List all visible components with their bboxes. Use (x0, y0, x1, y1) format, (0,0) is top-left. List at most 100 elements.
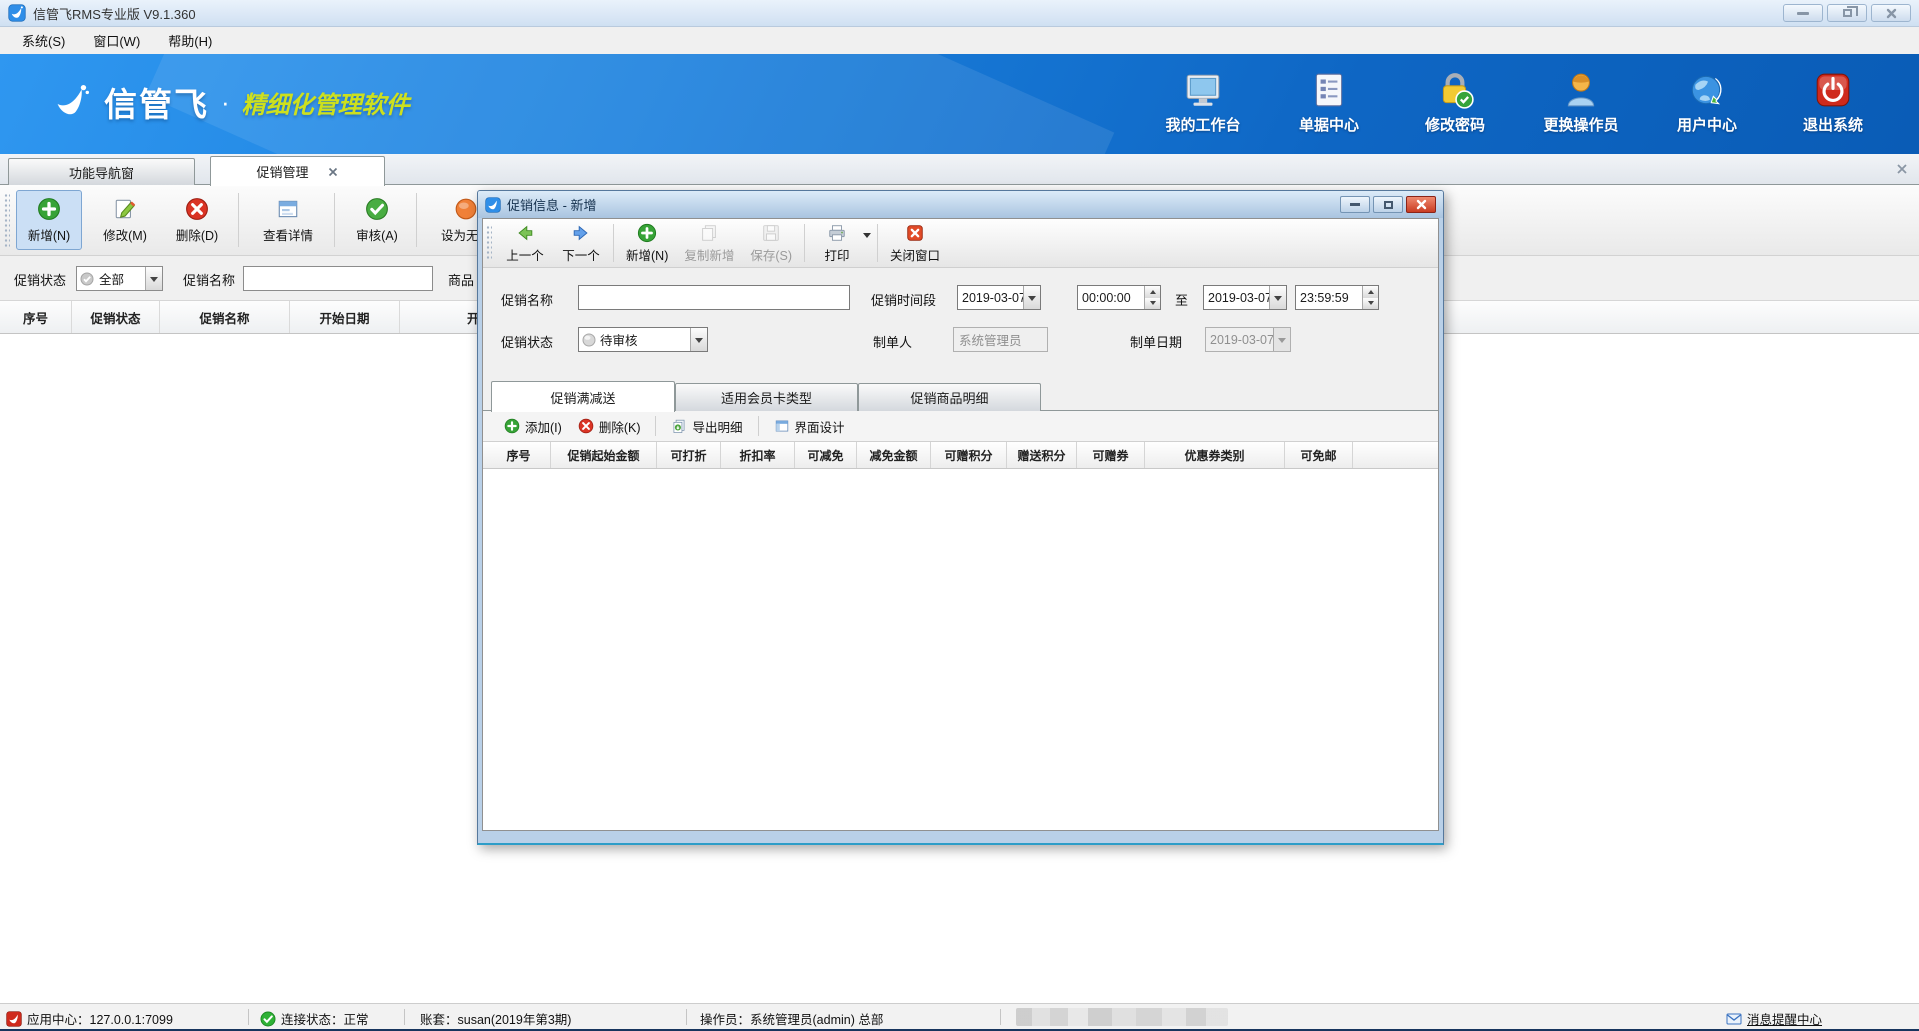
operator-icon (1561, 70, 1601, 110)
detail-delete-button[interactable]: 删除(K) (573, 415, 646, 438)
column-header[interactable]: 促销起始金额 (551, 442, 657, 468)
menu-item-window[interactable]: 窗口(W) (81, 28, 152, 53)
spinner-buttons[interactable] (1144, 286, 1160, 309)
dropdown-arrow-icon[interactable] (1023, 286, 1040, 309)
promo-name-label: 促销名称 (501, 290, 553, 309)
column-header[interactable]: 促销状态 (72, 301, 160, 333)
column-header[interactable]: 开始日期 (290, 301, 400, 333)
user-center-button[interactable]: 用户中心 (1661, 70, 1753, 135)
close-button[interactable] (1871, 4, 1911, 22)
lock-icon (1435, 70, 1475, 110)
dialog-maximize-button[interactable] (1373, 196, 1403, 213)
dropdown-arrow-icon[interactable] (690, 328, 707, 351)
previous-button[interactable]: 上一个 (497, 221, 553, 266)
arrow-left-icon (515, 223, 535, 243)
tab-promo-full-reduction[interactable]: 促销满减送 (491, 381, 675, 412)
column-header[interactable]: 可赠积分 (931, 442, 1007, 468)
app-logo-icon (8, 4, 26, 22)
monitor-icon (1183, 70, 1223, 110)
dialog-add-button[interactable]: 新增(N) (618, 221, 676, 266)
toolbar-separator (758, 416, 759, 436)
spinner-buttons[interactable] (1362, 286, 1378, 309)
toolbar-separator (416, 193, 417, 247)
document-center-icon (1309, 70, 1349, 110)
minimize-icon (1797, 12, 1809, 15)
creator-label: 制单人 (873, 332, 912, 351)
edit-icon (113, 197, 137, 221)
dialog-titlebar[interactable]: 促销信息 - 新增 (478, 191, 1443, 218)
column-header[interactable]: 序号 (0, 301, 72, 333)
promo-status-label: 促销状态 (501, 332, 553, 351)
menu-item-system[interactable]: 系统(S) (10, 28, 77, 53)
dialog-close-button[interactable] (1406, 196, 1436, 213)
window-titlebar: 信管飞RMS专业版 V9.1.360 (0, 0, 1919, 27)
promo-name-input[interactable] (578, 285, 850, 310)
tab-close-icon[interactable] (327, 166, 339, 178)
dropdown-arrow-icon[interactable] (1269, 286, 1286, 309)
toolbar-separator (613, 224, 614, 262)
save-icon (761, 223, 781, 243)
ui-design-button[interactable]: 界面设计 (769, 415, 850, 438)
minimize-button[interactable] (1783, 4, 1823, 22)
tab-promotion-management[interactable]: 促销管理 (210, 156, 385, 186)
promo-status-select[interactable]: 待审核 (578, 327, 708, 352)
add-button[interactable]: 新增(N) (16, 190, 82, 250)
promo-period-label: 促销时间段 (871, 290, 936, 309)
restore-button[interactable] (1827, 4, 1867, 22)
message-center-link[interactable]: 消息提醒中心 (1726, 1009, 1822, 1028)
brand-slogan: 精细化管理软件 (242, 85, 410, 120)
close-all-tabs-icon[interactable] (1895, 162, 1909, 176)
start-date-picker[interactable]: 2019-03-07 (957, 285, 1041, 310)
column-header[interactable]: 序号 (487, 442, 551, 468)
column-header[interactable]: 可减免 (795, 442, 857, 468)
delete-button[interactable]: 删除(D) (164, 190, 230, 250)
start-time-spinner[interactable]: 00:00:00 (1077, 285, 1161, 310)
switch-operator-button[interactable]: 更换操作员 (1535, 70, 1627, 135)
detail-grid-body[interactable] (483, 469, 1438, 830)
mail-icon (1726, 1011, 1742, 1027)
modify-button[interactable]: 修改(M) (92, 190, 158, 250)
promo-status-filter-label: 促销状态 (14, 270, 66, 289)
column-header[interactable]: 促销名称 (160, 301, 290, 333)
column-header[interactable]: 可免邮 (1285, 442, 1353, 468)
detail-add-button[interactable]: 添加(I) (499, 415, 567, 438)
document-center-button[interactable]: 单据中心 (1283, 70, 1375, 135)
print-dropdown-icon[interactable] (863, 233, 871, 242)
print-button[interactable]: 打印 (809, 221, 865, 266)
toolbar-separator (877, 224, 878, 262)
column-header[interactable]: 可赠券 (1077, 442, 1145, 468)
change-password-button[interactable]: 修改密码 (1409, 70, 1501, 135)
promo-name-filter-input[interactable] (243, 266, 433, 291)
workbench-button[interactable]: 我的工作台 (1157, 70, 1249, 135)
column-header[interactable]: 赠送积分 (1007, 442, 1077, 468)
dropdown-arrow-icon (1273, 328, 1290, 351)
tab-nav-window[interactable]: 功能导航窗 (8, 158, 195, 185)
tab-promo-product-detail[interactable]: 促销商品明细 (858, 383, 1041, 411)
create-date-picker: 2019-03-07 (1205, 327, 1291, 352)
brand-area: 信管飞 · 精细化管理软件 (48, 78, 410, 126)
promotion-dialog: 促销信息 - 新增 上一个 下一个 (477, 190, 1444, 845)
column-header[interactable]: 折扣率 (721, 442, 795, 468)
end-time-spinner[interactable]: 23:59:59 (1295, 285, 1379, 310)
approve-button[interactable]: 审核(A) (344, 190, 410, 250)
dropdown-arrow-icon[interactable] (145, 267, 162, 290)
promo-name-filter-label: 促销名称 (183, 270, 235, 289)
dialog-minimize-button[interactable] (1340, 196, 1370, 213)
tab-member-card-types[interactable]: 适用会员卡类型 (675, 383, 858, 411)
exit-system-button[interactable]: 退出系统 (1787, 70, 1879, 135)
column-header[interactable]: 可打折 (657, 442, 721, 468)
next-button[interactable]: 下一个 (553, 221, 609, 266)
column-header[interactable]: 减免金额 (857, 442, 931, 468)
column-header[interactable]: 优惠券类别 (1145, 442, 1285, 468)
view-details-button[interactable]: 查看详情 (248, 190, 328, 250)
menu-item-help[interactable]: 帮助(H) (156, 28, 224, 53)
end-date-picker[interactable]: 2019-03-07 (1203, 285, 1287, 310)
detail-grid-header: 序号 促销起始金额 可打折 折扣率 可减免 减免金额 可赠积分 赠送积分 可赠券… (483, 442, 1438, 469)
promo-status-filter-select[interactable]: 全部 (76, 266, 163, 291)
brand-logo-icon (48, 79, 94, 125)
close-window-button[interactable]: 关闭窗口 (882, 221, 948, 266)
toolbar-separator (238, 193, 239, 247)
menu-bar: 系统(S) 窗口(W) 帮助(H) (0, 27, 1919, 54)
dialog-toolbar: 上一个 下一个 新增(N) 复制新增 (483, 219, 1438, 268)
export-detail-button[interactable]: 导出明细 (666, 415, 747, 438)
